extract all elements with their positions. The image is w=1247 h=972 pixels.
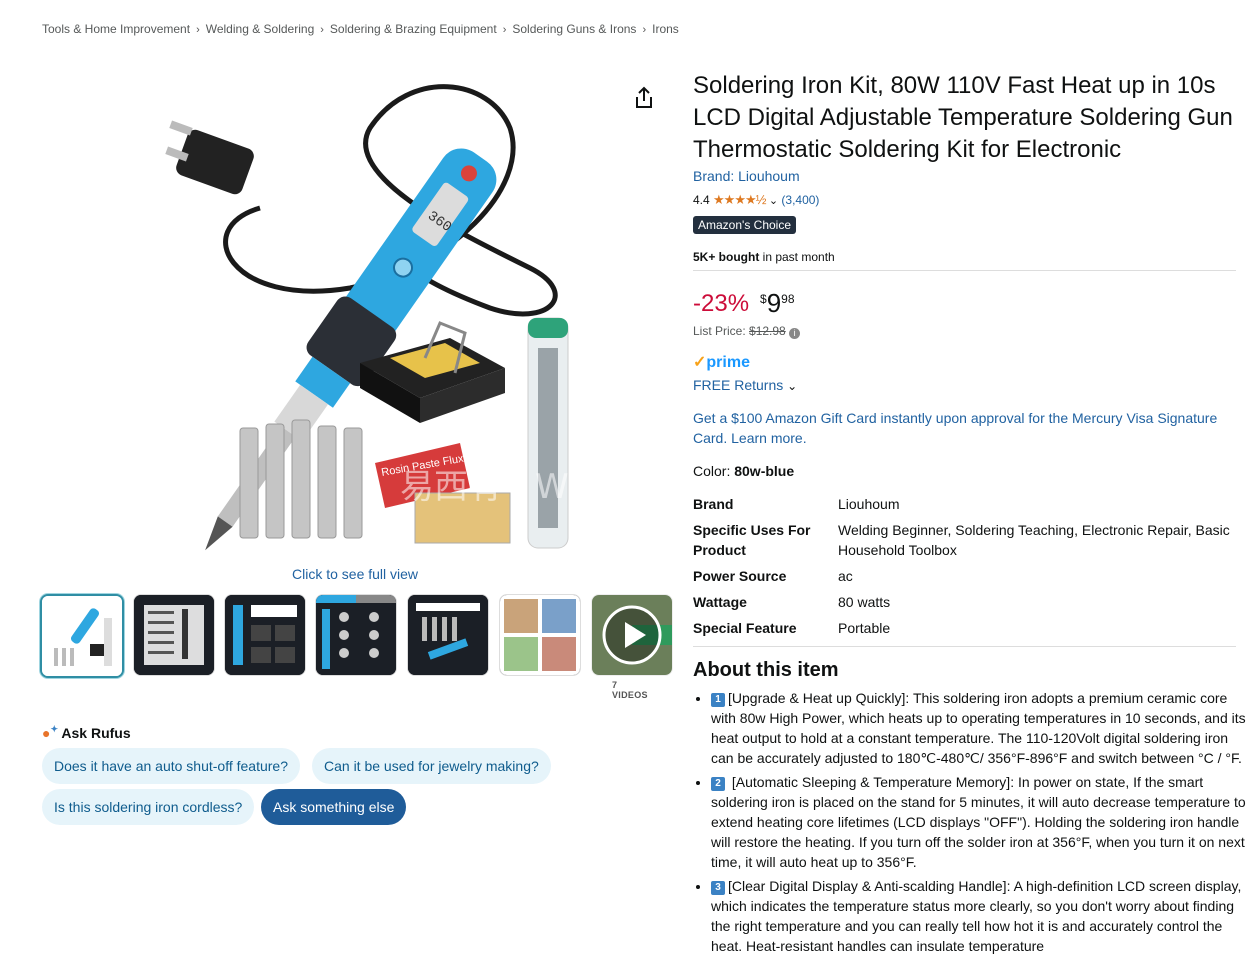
spec-label: Power Source — [693, 568, 787, 584]
discount-percent: -23% — [693, 290, 750, 317]
number-icon: 2 — [711, 777, 725, 791]
number-icon: 1 — [711, 693, 725, 707]
rufus-title: ●✦ Ask Rufus — [42, 724, 131, 741]
ask-something-else-button[interactable]: Ask something else — [261, 789, 407, 825]
spec-label: Wattage — [693, 594, 747, 610]
breadcrumb-item[interactable]: Irons — [652, 22, 679, 36]
spec-value: ac — [838, 568, 853, 584]
review-count-link[interactable]: (3,400) — [781, 193, 819, 207]
spec-value: Welding Beginner, Soldering Teaching, El… — [838, 522, 1230, 558]
breadcrumb-item[interactable]: Tools & Home Improvement — [42, 22, 190, 36]
share-icon[interactable] — [633, 86, 655, 110]
divider — [693, 646, 1236, 647]
thumbnail[interactable] — [499, 594, 581, 676]
rating-value: 4.4 — [693, 193, 710, 207]
chevron-right-icon: › — [502, 24, 507, 36]
breadcrumb-item[interactable]: Welding & Soldering — [206, 22, 315, 36]
watermark: 易西有 | W — [400, 467, 569, 507]
gift-card-promo-link[interactable]: Get a $100 Amazon Gift Card instantly up… — [693, 408, 1238, 448]
thumbnail[interactable] — [407, 594, 489, 676]
rufus-icon: ●✦ — [42, 724, 59, 741]
list-price: List Price: $12.98 i — [693, 324, 801, 339]
info-icon[interactable]: i — [789, 328, 801, 339]
chevron-down-icon[interactable]: ⌄ — [769, 195, 778, 207]
prime-badge: ✓prime — [693, 354, 750, 371]
amazons-choice-badge: Amazon's Choice — [693, 216, 796, 234]
thumbnail[interactable] — [40, 594, 124, 678]
divider — [693, 270, 1236, 271]
spec-label: Specific Uses For Product — [693, 522, 811, 558]
spec-value: Portable — [838, 620, 891, 636]
list-item: 2 [Automatic Sleeping & Temperature Memo… — [711, 772, 1247, 872]
rufus-question-chip[interactable]: Does it have an auto shut-off feature? — [42, 748, 301, 784]
breadcrumb-item[interactable]: Soldering Guns & Irons — [512, 22, 636, 36]
spec-label: Brand — [693, 496, 734, 512]
chevron-right-icon: › — [320, 24, 324, 36]
breadcrumb-item[interactable]: Soldering & Brazing Equipment — [330, 22, 497, 36]
prime-check-icon: ✓ — [693, 354, 707, 371]
rufus-question-chip[interactable]: Is this soldering iron cordless? — [42, 789, 255, 825]
brand-link[interactable]: Brand: Liouhoum — [693, 168, 800, 184]
product-main-image[interactable]: 360 Rosin Paste Flux 易西有 | W — [110, 68, 600, 558]
rufus-question-chip[interactable]: Can it be used for jewelry making? — [312, 748, 551, 784]
about-title: About this item — [693, 659, 839, 681]
breadcrumb: Tools & Home Improvement › Welding & Solde… — [42, 22, 679, 36]
spec-value: Liouhoum — [838, 496, 900, 512]
star-rating-icon: ★★★★½ — [713, 192, 766, 207]
video-thumbnail[interactable] — [591, 594, 673, 676]
thumbnail[interactable] — [133, 594, 215, 676]
see-full-view-link[interactable]: Click to see full view — [292, 566, 418, 582]
list-item: 1[Upgrade & Heat up Quickly]: This solde… — [711, 688, 1247, 768]
spec-label: Special Feature — [693, 620, 797, 636]
color-selection: Color: 80w-blue — [693, 463, 795, 479]
video-count: 7 VIDEOS — [612, 680, 648, 700]
thumbnail[interactable] — [315, 594, 397, 676]
thumbnail[interactable] — [224, 594, 306, 676]
chevron-right-icon: › — [642, 24, 647, 36]
price: $998 — [760, 288, 795, 318]
chevron-down-icon: ⌄ — [787, 379, 798, 393]
rating-row[interactable]: 4.4 ★★★★½ ⌄ (3,400) — [693, 192, 819, 208]
number-icon: 3 — [711, 881, 725, 895]
about-bullets: 1[Upgrade & Heat up Quickly]: This solde… — [693, 688, 1247, 960]
chevron-right-icon: › — [196, 24, 200, 36]
free-returns-link[interactable]: FREE Returns ⌄ — [693, 377, 797, 393]
product-title: Soldering Iron Kit, 80W 110V Fast Heat u… — [693, 72, 1233, 163]
bought-count: 5K+ bought in past month — [693, 250, 835, 264]
spec-value: 80 watts — [838, 594, 891, 610]
list-item: 3[Clear Digital Display & Anti-scalding … — [711, 876, 1247, 956]
